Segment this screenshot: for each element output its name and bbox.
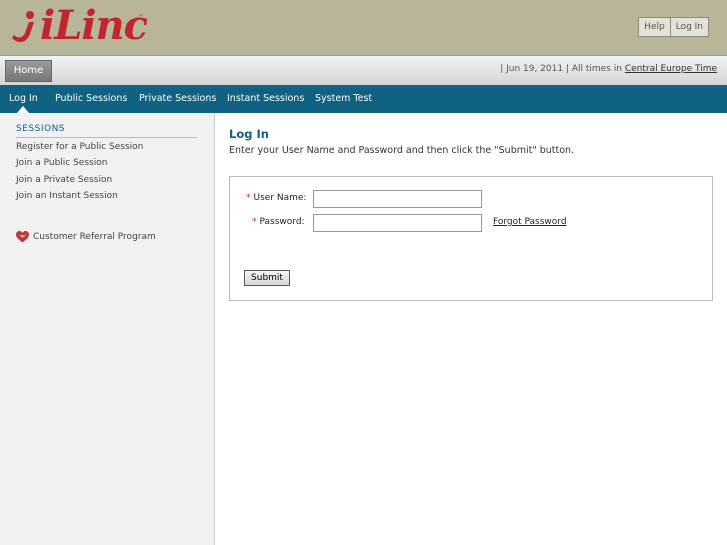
top-buttons: Help Log In [638, 17, 709, 37]
required-marker: * [252, 217, 257, 227]
login-form: * User Name: * Password: Forgot Password S… [229, 176, 713, 301]
required-marker: * [246, 193, 251, 203]
page-title: Log In [229, 127, 269, 141]
sidebar-link-join-instant[interactable]: Join an Instant Session [16, 191, 118, 201]
nav-item-log-in[interactable]: Log In [9, 93, 38, 104]
username-input[interactable] [313, 190, 482, 208]
main-nav: Log In Public Sessions Private Sessions … [0, 85, 727, 113]
password-input[interactable] [313, 214, 482, 232]
login-button[interactable]: Log In [670, 17, 709, 37]
active-tab-indicator-icon [17, 106, 29, 113]
home-tab[interactable]: Home [5, 60, 52, 82]
header: iLinc ™ Help Log In [0, 0, 727, 56]
sub-toolbar: Home | Jun 19, 2011 | All times in Centr… [0, 56, 727, 86]
nav-item-private-sessions[interactable]: Private Sessions [139, 93, 216, 104]
timezone-link[interactable]: Central Europe Time [625, 64, 717, 74]
logo-swoosh-icon [12, 11, 34, 43]
username-label: * User Name: [246, 193, 307, 203]
date-timezone-bar: | Jun 19, 2011 | All times in Central Eu… [500, 64, 717, 74]
sidebar-link-join-private[interactable]: Join a Private Session [16, 175, 112, 185]
nav-item-public-sessions[interactable]: Public Sessions [55, 93, 127, 104]
date-text: | Jun 19, 2011 | All times in [500, 64, 622, 74]
customer-referral-link[interactable]: Customer Referral Program [16, 231, 156, 243]
heart-icon [16, 231, 29, 243]
ilinc-logo[interactable]: iLinc ™ [10, 2, 148, 49]
logo-text: iLinc [40, 2, 148, 49]
help-button[interactable]: Help [638, 17, 671, 37]
sidebar-link-register-public[interactable]: Register for a Public Session [16, 142, 143, 152]
nav-item-instant-sessions[interactable]: Instant Sessions [227, 93, 304, 104]
forgot-password-link[interactable]: Forgot Password [493, 217, 567, 227]
submit-button[interactable]: Submit [244, 270, 290, 286]
logo-trademark: ™ [138, 14, 144, 21]
sidebar-heading: SESSIONS [16, 124, 197, 138]
password-label: * Password: [252, 217, 305, 227]
sidebar: SESSIONS Register for a Public Session J… [0, 113, 215, 545]
sidebar-link-join-public[interactable]: Join a Public Session [16, 158, 107, 168]
login-instructions: Enter your User Name and Password and th… [229, 145, 575, 156]
nav-item-system-test[interactable]: System Test [315, 93, 372, 104]
customer-referral-label: Customer Referral Program [33, 232, 156, 242]
